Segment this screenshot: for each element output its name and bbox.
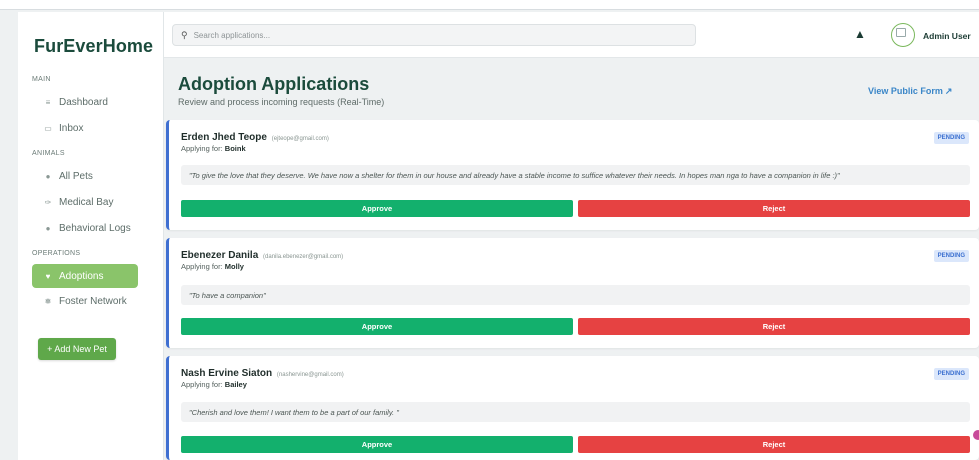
applicant-email: (ejteope@gmail.com) bbox=[271, 136, 329, 142]
inbox-icon: ▭ bbox=[44, 123, 52, 133]
reject-button[interactable]: Reject bbox=[578, 436, 970, 453]
paw-icon: ● bbox=[45, 171, 51, 181]
chat-bubble-icon[interactable] bbox=[973, 430, 979, 440]
pet-name: Boink bbox=[224, 144, 246, 153]
applying-for: Applying for: Boink bbox=[181, 144, 246, 153]
bell-icon[interactable]: ▲ bbox=[854, 27, 866, 41]
section-label-main: MAIN bbox=[32, 76, 51, 83]
applicant-name-row: Ebenezer Danila (danila.ebenezer@gmail.c… bbox=[181, 250, 343, 261]
sidebar-item-label: Foster Network bbox=[59, 295, 127, 307]
approve-button[interactable]: Approve bbox=[181, 318, 573, 335]
application-card: Ebenezer Danila (danila.ebenezer@gmail.c… bbox=[166, 238, 979, 348]
sidebar-item-foster-network[interactable]: ❅ Foster Network bbox=[32, 289, 138, 313]
applying-for-label: Applying for: bbox=[181, 380, 223, 389]
avatar[interactable] bbox=[891, 23, 915, 47]
window-top-bar bbox=[0, 0, 979, 10]
approve-button[interactable]: Approve bbox=[181, 200, 573, 217]
applicant-name: Nash Ervine Siaton bbox=[181, 368, 273, 379]
sidebar-item-label: Dashboard bbox=[59, 96, 108, 108]
applying-for: Applying for: Molly bbox=[181, 262, 244, 271]
view-public-form-label: View Public Form bbox=[868, 86, 943, 96]
sidebar-item-medical-bay[interactable]: ✑ Medical Bay bbox=[32, 190, 138, 214]
brand-logo[interactable]: FurEverHome bbox=[34, 36, 153, 57]
sidebar-item-dashboard[interactable]: ≡ Dashboard bbox=[32, 90, 138, 114]
sidebar-item-label: Inbox bbox=[59, 122, 84, 134]
sidebar-item-behavioral-logs[interactable]: ● Behavioral Logs bbox=[32, 216, 138, 240]
brain-icon: ● bbox=[45, 223, 51, 233]
applicant-name: Erden Jhed Teope bbox=[181, 132, 267, 143]
pet-name: Molly bbox=[224, 262, 244, 271]
user-name[interactable]: Admin User bbox=[923, 31, 971, 41]
sidebar-item-adoptions[interactable]: ♥ Adoptions bbox=[32, 264, 138, 288]
section-label-operations: OPERATIONS bbox=[32, 250, 81, 257]
application-card: Nash Ervine Siaton (nashervine@gmail.com… bbox=[166, 356, 979, 460]
applying-for-label: Applying for: bbox=[181, 144, 223, 153]
applicant-email: (nashervine@gmail.com) bbox=[276, 372, 344, 378]
applicant-name: Ebenezer Danila bbox=[181, 250, 259, 261]
pet-name: Bailey bbox=[224, 380, 247, 389]
heart-icon: ♥ bbox=[45, 271, 51, 281]
status-badge: PENDING bbox=[933, 132, 969, 144]
applicant-message: "Cherish and love them! I want them to b… bbox=[181, 402, 970, 422]
applying-for: Applying for: Bailey bbox=[181, 380, 247, 389]
search-icon: ⚲ bbox=[181, 29, 188, 40]
network-icon: ❅ bbox=[44, 296, 52, 306]
applicant-name-row: Erden Jhed Teope (ejteope@gmail.com) bbox=[181, 132, 329, 143]
add-new-pet-button[interactable]: + Add New Pet bbox=[38, 338, 116, 360]
sidebar: FurEverHome MAIN ≡ Dashboard ▭ Inbox ANI… bbox=[18, 12, 164, 460]
applicant-name-row: Nash Ervine Siaton (nashervine@gmail.com… bbox=[181, 368, 344, 379]
search-input[interactable] bbox=[193, 30, 674, 40]
view-public-form-link[interactable]: View Public Form ↗ bbox=[868, 86, 952, 97]
sidebar-item-label: Adoptions bbox=[59, 270, 104, 282]
applying-for-label: Applying for: bbox=[181, 262, 223, 271]
sidebar-item-label: All Pets bbox=[59, 170, 93, 182]
approve-button[interactable]: Approve bbox=[181, 436, 573, 453]
medical-icon: ✑ bbox=[44, 197, 52, 207]
applicant-email: (danila.ebenezer@gmail.com) bbox=[263, 254, 344, 260]
external-link-icon: ↗ bbox=[944, 86, 953, 96]
status-badge: PENDING bbox=[933, 368, 969, 380]
applicant-message: "To give the love that they deserve. We … bbox=[181, 165, 970, 185]
applicant-message: "To have a companion" bbox=[181, 285, 970, 305]
top-header: ⚲ ▲ Admin User bbox=[164, 12, 979, 58]
sidebar-item-inbox[interactable]: ▭ Inbox bbox=[32, 116, 138, 140]
sidebar-item-all-pets[interactable]: ● All Pets bbox=[32, 164, 138, 188]
page-title: Adoption Applications bbox=[178, 74, 370, 94]
page-subtitle: Review and process incoming requests (Re… bbox=[178, 97, 385, 107]
reject-button[interactable]: Reject bbox=[578, 318, 970, 335]
chart-icon: ≡ bbox=[45, 97, 51, 107]
application-card: Erden Jhed Teope (ejteope@gmail.com) App… bbox=[166, 120, 979, 230]
sidebar-item-label: Medical Bay bbox=[59, 196, 114, 208]
section-label-animals: ANIMALS bbox=[32, 150, 65, 157]
reject-button[interactable]: Reject bbox=[578, 200, 970, 217]
search-bar[interactable]: ⚲ bbox=[172, 24, 696, 46]
sidebar-item-label: Behavioral Logs bbox=[59, 222, 131, 234]
status-badge: PENDING bbox=[933, 250, 969, 262]
